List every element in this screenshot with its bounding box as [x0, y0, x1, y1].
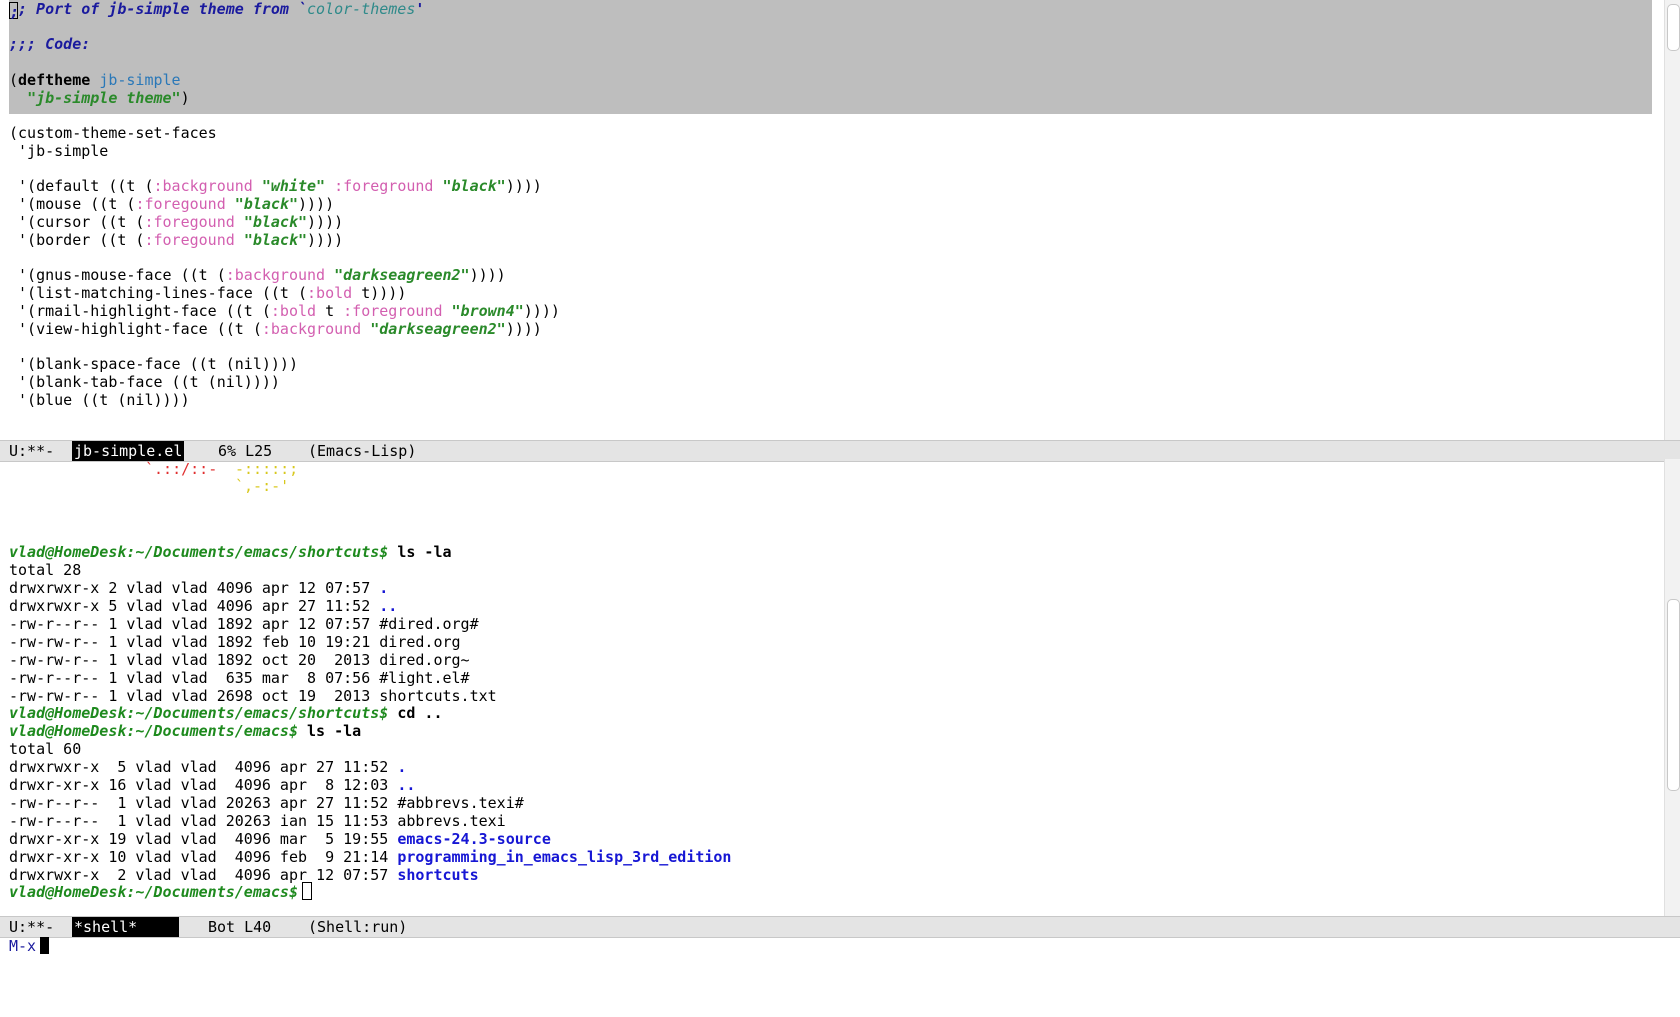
modeline-status: U:**-: [9, 442, 55, 460]
shell-output-total: total 28: [9, 561, 82, 579]
directory-name[interactable]: shortcuts: [397, 866, 478, 884]
file-meta: -rw-rw-r-- 1 vlad vlad 1892 oct 20 2013: [9, 651, 380, 669]
dir-listing-row: drwxrwxr-x 2 vlad vlad 4096 apr 12 07:57…: [9, 579, 388, 598]
shell-prompt-line: vlad@HomeDesk:~/Documents/emacs$ ls -la: [9, 722, 362, 740]
file-meta: -rw-r--r-- 1 vlad vlad 20263 apr 27 11:5…: [9, 794, 398, 812]
file-meta: -rw-r--r-- 1 vlad vlad 20263 ian 15 11:5…: [9, 812, 398, 830]
directory-name[interactable]: .: [379, 579, 388, 597]
top-scrollbar-thumb[interactable]: [1667, 4, 1680, 51]
code-line-set-faces: (custom-theme-set-faces: [9, 124, 217, 142]
shell-input-line[interactable]: vlad@HomeDesk:~/Documents/emacs$: [9, 882, 312, 901]
file-name: #abbrevs.texi#: [397, 794, 524, 812]
shell-pane[interactable]: `.::/::- -:::::; `,-:-' vlad@HomeDesk:~/…: [0, 459, 1664, 916]
shell-prompt-line: vlad@HomeDesk:~/Documents/emacs/shortcut…: [9, 704, 443, 722]
dir-listing-row: drwxrwxr-x 5 vlad vlad 4096 apr 27 11:52…: [9, 597, 397, 616]
file-name: shortcuts.txt: [379, 687, 497, 705]
minibuffer-cursor: [40, 937, 50, 954]
dir-listing-row: -rw-r--r-- 1 vlad vlad 1892 apr 12 07:57…: [9, 615, 479, 634]
file-meta: drwxrwxr-x 5 vlad vlad 4096 apr 27 11:52: [9, 758, 398, 776]
dir-listing-row: -rw-r--r-- 1 vlad vlad 20263 ian 15 11:5…: [9, 812, 506, 831]
code-line-theme-quote: 'jb-simple: [9, 142, 109, 160]
shell-prompt-line: vlad@HomeDesk:~/Documents/emacs/shortcut…: [9, 543, 452, 561]
code-line-gnus-face: '(gnus-mouse-face ((t (:background "dark…: [9, 266, 506, 284]
dir-listing-row: -rw-rw-r-- 1 vlad vlad 1892 oct 20 2013 …: [9, 651, 470, 670]
text-cursor: ;: [9, 2, 20, 21]
modeline-status: U:**-: [9, 918, 55, 936]
dir-listing-row: -rw-r--r-- 1 vlad vlad 635 mar 8 07:56 #…: [9, 669, 470, 688]
top-scrollbar[interactable]: [1664, 0, 1680, 441]
code-line-blank-space: '(blank-space-face ((t (nil)))): [9, 355, 298, 373]
code-line-rmail-face: '(rmail-highlight-face ((t (:bold t :for…: [9, 302, 560, 320]
dir-listing-row: drwxr-xr-x 16 vlad vlad 4096 apr 8 12:03…: [9, 776, 415, 795]
elisp-editor-pane[interactable]: ;; Port of jb-simple theme from `color-t…: [0, 0, 1664, 441]
code-line-blue: '(blue ((t (nil)))): [9, 391, 190, 409]
modeline-buffer-name[interactable]: *shell*: [72, 917, 179, 937]
file-meta: drwxrwxr-x 5 vlad vlad 4096 apr 27 11:52: [9, 597, 380, 615]
code-line-theme-desc: "jb-simple theme"): [27, 89, 190, 107]
dir-listing-row: -rw-rw-r-- 1 vlad vlad 1892 feb 10 19:21…: [9, 633, 461, 652]
code-line-default-face: '(default ((t (:background "white" :fore…: [9, 177, 542, 195]
code-line-mouse-face: '(mouse ((t (:foregound "black")))): [9, 195, 335, 213]
bottom-scrollbar-thumb[interactable]: [1667, 599, 1680, 791]
ascii-art-yellow-2: `,-:-': [235, 477, 290, 495]
code-line-list-face: '(list-matching-lines-face ((t (:bold t)…: [9, 284, 407, 302]
shell-cursor: [301, 882, 312, 900]
code-line-deftheme: (deftheme jb-simple: [9, 71, 181, 89]
file-meta: -rw-r--r-- 1 vlad vlad 635 mar 8 07:56: [9, 669, 380, 687]
modeline-position: 6% L25: [218, 442, 273, 460]
modeline-major-mode[interactable]: (Shell:run): [308, 917, 407, 937]
file-meta: -rw-r--r-- 1 vlad vlad 1892 apr 12 07:57: [9, 615, 380, 633]
dir-listing-row: -rw-r--r-- 1 vlad vlad 20263 apr 27 11:5…: [9, 794, 524, 813]
file-meta: drwxrwxr-x 2 vlad vlad 4096 apr 12 07:57: [9, 579, 380, 597]
file-name: dired.org: [379, 633, 461, 651]
bottom-scrollbar[interactable]: [1664, 459, 1680, 916]
code-line-view-face: '(view-highlight-face ((t (:background "…: [9, 320, 542, 338]
directory-name[interactable]: emacs-24.3-source: [397, 830, 551, 848]
directory-name[interactable]: .: [397, 758, 406, 776]
minibuffer[interactable]: M-x: [9, 937, 50, 956]
directory-name[interactable]: programming_in_emacs_lisp_3rd_edition: [397, 848, 731, 866]
dir-listing-row: drwxrwxr-x 5 vlad vlad 4096 apr 27 11:52…: [9, 758, 406, 777]
file-meta: -rw-rw-r-- 1 vlad vlad 2698 oct 19 2013: [9, 687, 380, 705]
code-line-blank-tab: '(blank-tab-face ((t (nil)))): [9, 373, 280, 391]
directory-name[interactable]: ..: [379, 597, 397, 615]
file-meta: drwxr-xr-x 16 vlad vlad 4096 apr 8 12:03: [9, 776, 398, 794]
file-name: #light.el#: [379, 669, 470, 687]
bottom-mode-line[interactable]: U:**- *shell* Bot L40 (Shell:run): [0, 916, 1680, 938]
dir-listing-row: drwxr-xr-x 10 vlad vlad 4096 feb 9 21:14…: [9, 848, 731, 867]
file-meta: -rw-rw-r-- 1 vlad vlad 1892 feb 10 19:21: [9, 633, 380, 651]
file-meta: drwxr-xr-x 10 vlad vlad 4096 feb 9 21:14: [9, 848, 398, 866]
directory-name[interactable]: ..: [397, 776, 415, 794]
code-line-border-face: '(border ((t (:foregound "black")))): [9, 231, 344, 249]
code-line-1: ;; Port of jb-simple theme from `color-t…: [9, 0, 425, 21]
code-line-cursor-face: '(cursor ((t (:foregound "black")))): [9, 213, 344, 231]
shell-output-total: total 60: [9, 740, 82, 758]
modeline-major-mode[interactable]: (Emacs-Lisp): [308, 441, 416, 461]
modeline-buffer-name[interactable]: jb-simple.el: [72, 441, 185, 461]
file-meta: drwxr-xr-x 19 vlad vlad 4096 mar 5 19:55: [9, 830, 398, 848]
file-name: dired.org~: [379, 651, 470, 669]
ascii-art-red: `.::/::-: [145, 460, 218, 478]
dir-listing-row: drwxr-xr-x 19 vlad vlad 4096 mar 5 19:55…: [9, 830, 551, 849]
modeline-position: Bot L40: [208, 918, 272, 936]
minibuffer-prompt: M-x: [9, 937, 37, 955]
file-name: abbrevs.texi: [397, 812, 506, 830]
code-line-code-comment: ;;; Code:: [9, 35, 91, 53]
file-name: #dired.org#: [379, 615, 479, 633]
